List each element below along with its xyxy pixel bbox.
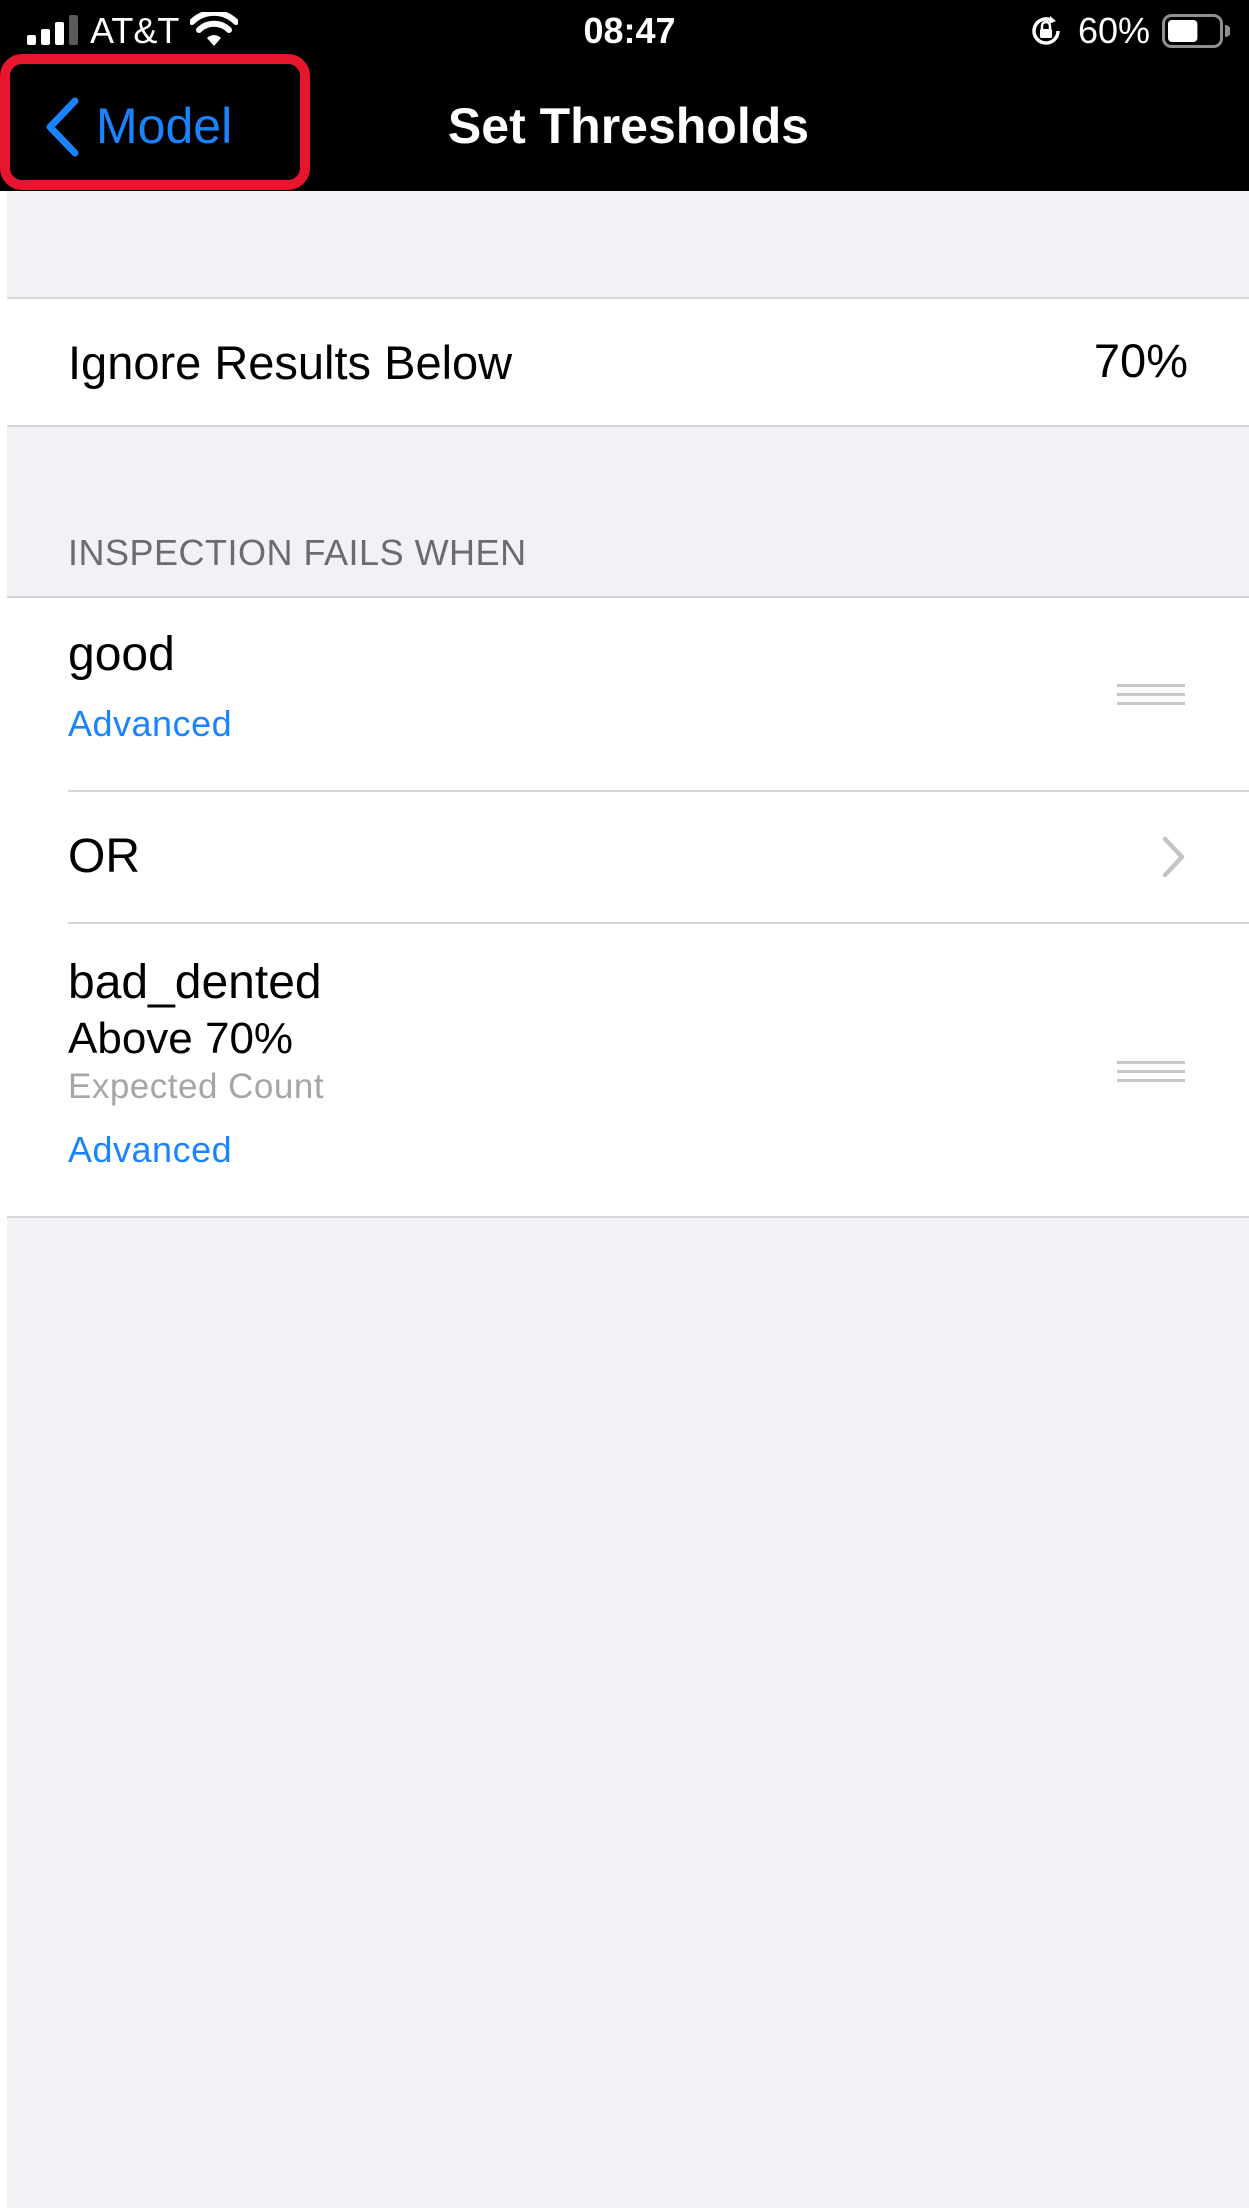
condition-title: good	[68, 628, 175, 681]
threshold-label: Ignore Results Below	[68, 336, 513, 389]
chevron-right-icon	[1162, 836, 1185, 878]
condition-subtitle: Above 70%	[68, 1014, 294, 1063]
page-title: Set Thresholds	[447, 98, 810, 154]
status-bar: AT&T 08:47 60%	[0, 0, 1249, 62]
section-header: INSPECTION FAILS WHEN	[68, 532, 527, 573]
battery-icon	[1162, 14, 1230, 48]
top-bar: AT&T 08:47 60% Model Set Thresholds	[0, 0, 1249, 191]
battery-percent: 60%	[1078, 10, 1151, 51]
operator-label: OR	[68, 830, 140, 883]
operator-row[interactable]: OR	[7, 792, 1249, 924]
condition-title: bad_dented	[68, 956, 322, 1009]
drag-handle-icon[interactable]	[1117, 1060, 1185, 1084]
rotation-lock-icon	[1032, 16, 1060, 45]
screen: AT&T 08:47 60% Model Set Thresholds Igno…	[0, 0, 1249, 2208]
threshold-value[interactable]: 70%	[1094, 333, 1188, 389]
condition-hint: Expected Count	[68, 1067, 325, 1106]
advanced-link[interactable]: Advanced	[68, 1128, 232, 1172]
advanced-link[interactable]: Advanced	[68, 702, 232, 746]
ignore-threshold-row[interactable]: Ignore Results Below 70%	[7, 297, 1249, 427]
condition-row-good[interactable]: good Advanced	[7, 596, 1249, 792]
condition-row-bad-dented[interactable]: bad_dented Above 70% Expected Count Adva…	[7, 924, 1249, 1218]
left-edge	[0, 191, 7, 2208]
drag-handle-icon[interactable]	[1117, 683, 1185, 707]
